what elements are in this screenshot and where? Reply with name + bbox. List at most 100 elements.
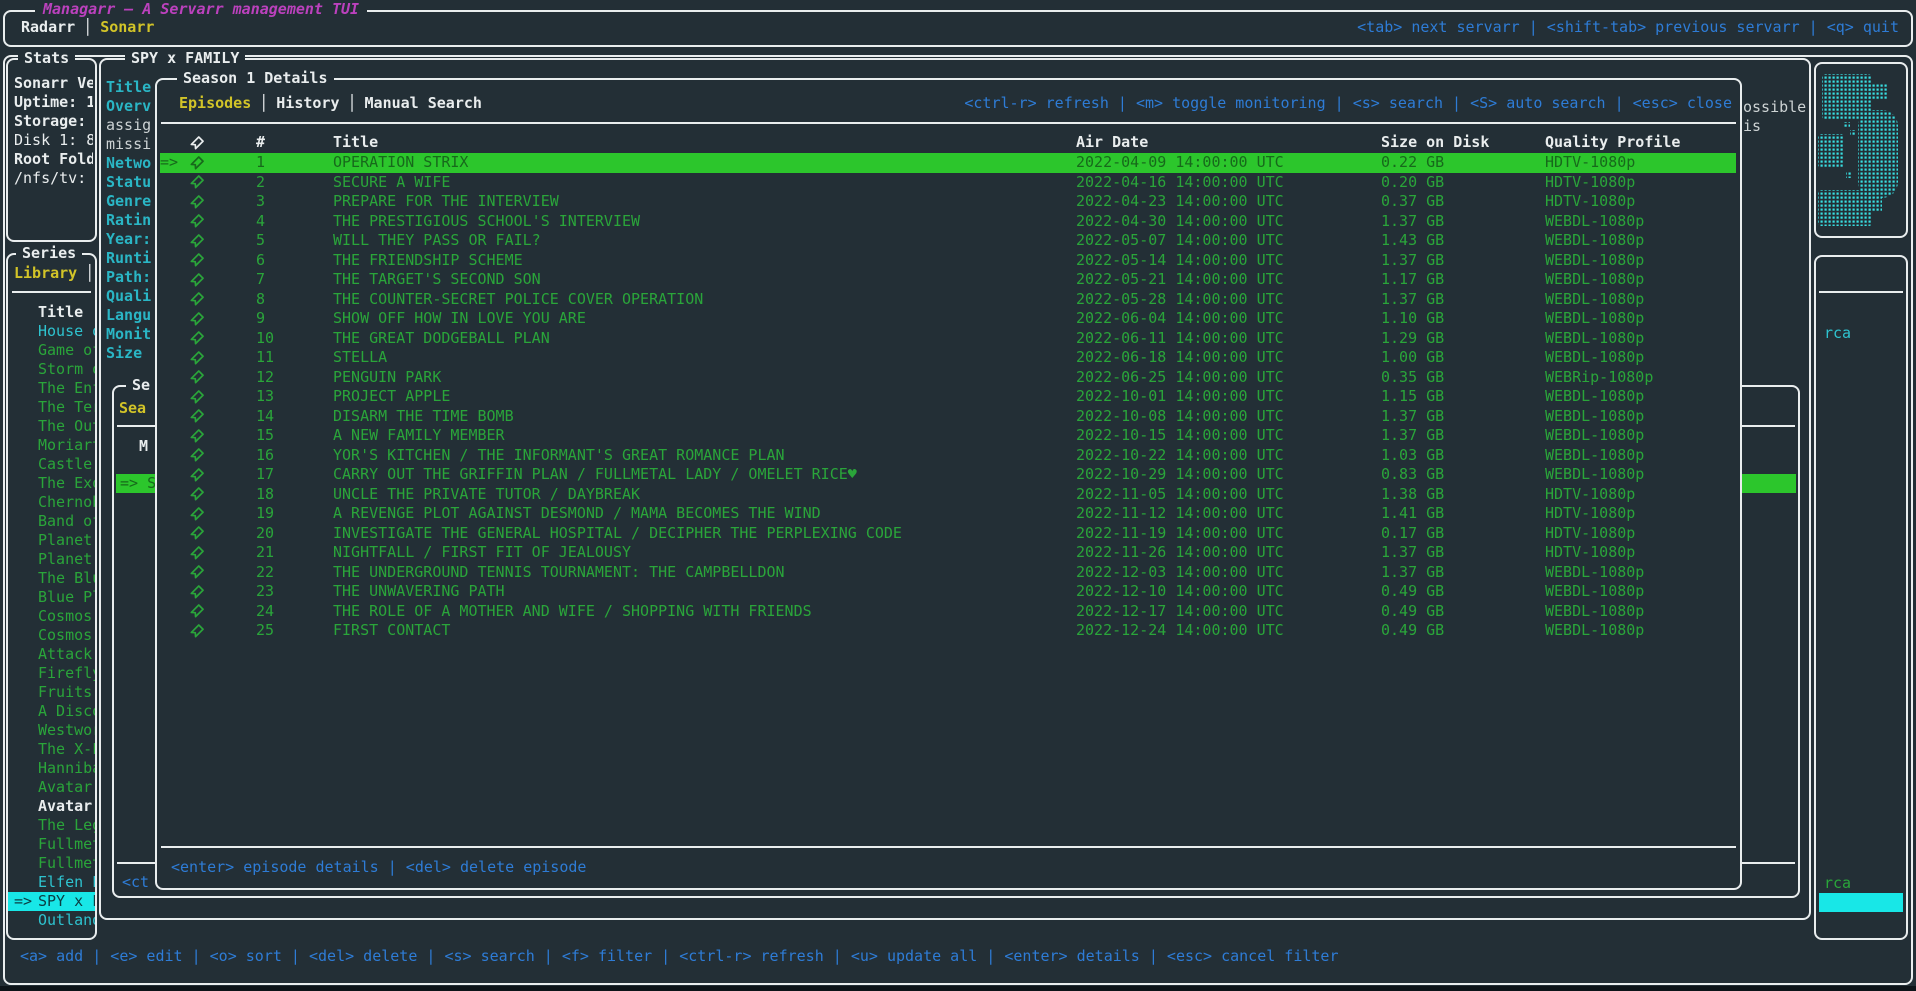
monitored-cell	[190, 251, 256, 271]
episode-row[interactable]: 25 FIRST CONTACT 2022-12-24 14:00:00 UTC…	[160, 621, 1736, 641]
tab-history[interactable]: History	[276, 94, 339, 112]
episode-row[interactable]: 23 THE UNWAVERING PATH 2022-12-10 14:00:…	[160, 582, 1736, 602]
episode-title: CARRY OUT THE GRIFFIN PLAN / FULLMETAL L…	[333, 465, 1076, 485]
series-list-item[interactable]: Fullmet	[8, 854, 95, 873]
stat-line: Sonarr Ver	[14, 74, 93, 93]
series-list-item[interactable]: Cosmos	[8, 626, 95, 645]
series-list-item[interactable]: Westwor	[8, 721, 95, 740]
episode-number: 22	[256, 563, 333, 583]
tab-radarr[interactable]: Radarr	[21, 18, 75, 36]
episode-title: THE GREAT DODGEBALL PLAN	[333, 329, 1076, 349]
series-title-fragment: A Disco	[38, 702, 95, 720]
episode-quality: WEBDL-1080p	[1545, 309, 1736, 329]
series-list-item[interactable]: Blue Pl	[8, 588, 95, 607]
episode-row[interactable]: 7 THE TARGET'S SECOND SON 2022-05-21 14:…	[160, 270, 1736, 290]
episode-row[interactable]: 13 PROJECT APPLE 2022-10-01 14:00:00 UTC…	[160, 387, 1736, 407]
episode-row[interactable]: 15 A NEW FAMILY MEMBER 2022-10-15 14:00:…	[160, 426, 1736, 446]
series-list-item[interactable]: Cosmos	[8, 607, 95, 626]
episode-row[interactable]: 12 PENGUIN PARK 2022-06-25 14:00:00 UTC …	[160, 368, 1736, 388]
series-list-item[interactable]: Planet	[8, 531, 95, 550]
series-list-item[interactable]: The Blu	[8, 569, 95, 588]
series-panel-title: Series	[16, 244, 82, 262]
series-list-item[interactable]: Moriart	[8, 436, 95, 455]
episode-number: 11	[256, 348, 333, 368]
series-list-item[interactable]: Elfen L	[8, 873, 95, 892]
tab-sonarr[interactable]: Sonarr	[100, 18, 154, 36]
episode-number: 1	[256, 153, 333, 173]
series-title-fragment: Game of	[38, 341, 95, 359]
series-list-item[interactable]: Fruits	[8, 683, 95, 702]
episode-row[interactable]: 8 THE COUNTER-SECRET POLICE COVER OPERAT…	[160, 290, 1736, 310]
series-list-item[interactable]: Game of	[8, 341, 95, 360]
series-title-fragment: The Exo	[38, 474, 95, 492]
episode-row[interactable]: => 1 OPERATION STRIX 2022-04-09 14:00:00…	[160, 153, 1736, 173]
episode-row[interactable]: 18 UNCLE THE PRIVATE TUTOR / DAYBREAK 20…	[160, 485, 1736, 505]
episode-number: 25	[256, 621, 333, 641]
episode-row[interactable]: 4 THE PRESTIGIOUS SCHOOL'S INTERVIEW 202…	[160, 212, 1736, 232]
series-list-item[interactable]: Attack	[8, 645, 95, 664]
series-list-item[interactable]: The X-F	[8, 740, 95, 759]
episode-row[interactable]: 19 A REVENGE PLOT AGAINST DESMOND / MAMA…	[160, 504, 1736, 524]
tab-episodes[interactable]: Episodes	[179, 94, 251, 112]
series-title-fragment: Planet	[38, 550, 92, 568]
episode-row[interactable]: 3 PREPARE FOR THE INTERVIEW 2022-04-23 1…	[160, 192, 1736, 212]
tab-separator: │	[75, 18, 100, 36]
episode-row[interactable]: 2 SECURE A WIFE 2022-04-16 14:00:00 UTC …	[160, 173, 1736, 193]
episode-size: 1.37 GB	[1381, 290, 1545, 310]
series-list-item[interactable]: Hanniba	[8, 759, 95, 778]
series-list-item[interactable]: A Disco	[8, 702, 95, 721]
episode-title: INVESTIGATE THE GENERAL HOSPITAL / DECIP…	[333, 524, 1076, 544]
episode-row[interactable]: 21 NIGHTFALL / FIRST FIT OF JEALOUSY 202…	[160, 543, 1736, 563]
series-list-item[interactable]: Firefly	[8, 664, 95, 683]
episode-row[interactable]: 11 STELLA 2022-06-18 14:00:00 UTC 1.00 G…	[160, 348, 1736, 368]
episode-air-date: 2022-06-11 14:00:00 UTC	[1076, 329, 1381, 349]
episode-quality: WEBDL-1080p	[1545, 465, 1736, 485]
episode-quality: HDTV-1080p	[1545, 173, 1736, 193]
series-title-fragment: Attack	[38, 645, 92, 663]
episode-row[interactable]: 5 WILL THEY PASS OR FAIL? 2022-05-07 14:…	[160, 231, 1736, 251]
series-title-fragment: Planet	[38, 531, 92, 549]
tab-library[interactable]: Library	[14, 264, 77, 282]
series-list-item[interactable]: The Exo	[8, 474, 95, 493]
series-list-item[interactable]: House o	[8, 322, 95, 341]
episode-quality: HDTV-1080p	[1545, 524, 1736, 544]
episode-row[interactable]: 22 THE UNDERGROUND TENNIS TOURNAMENT: TH…	[160, 563, 1736, 583]
episode-row[interactable]: 6 THE FRIENDSHIP SCHEME 2022-05-14 14:00…	[160, 251, 1736, 271]
episode-row[interactable]: 10 THE GREAT DODGEBALL PLAN 2022-06-11 1…	[160, 329, 1736, 349]
episode-row[interactable]: 14 DISARM THE TIME BOMB 2022-10-08 14:00…	[160, 407, 1736, 427]
series-list-item[interactable]: The Leg	[8, 816, 95, 835]
series-list-item[interactable]: Band of	[8, 512, 95, 531]
episode-size: 0.37 GB	[1381, 192, 1545, 212]
tab-seasons-fragment[interactable]: Sea	[119, 399, 146, 417]
episode-air-date: 2022-12-03 14:00:00 UTC	[1076, 563, 1381, 583]
series-list-item[interactable]: Planet	[8, 550, 95, 569]
series-list-item[interactable]: Outland	[8, 911, 95, 930]
episode-row[interactable]: 20 INVESTIGATE THE GENERAL HOSPITAL / DE…	[160, 524, 1736, 544]
episode-title: WILL THEY PASS OR FAIL?	[333, 231, 1076, 251]
series-list-item[interactable]: Chernob	[8, 493, 95, 512]
series-list-item[interactable]: The Out	[8, 417, 95, 436]
series-list-item[interactable]: Avatar:	[8, 778, 95, 797]
series-list-item[interactable]: Fullmet	[8, 835, 95, 854]
episode-air-date: 2022-05-28 14:00:00 UTC	[1076, 290, 1381, 310]
episode-air-date: 2022-06-04 14:00:00 UTC	[1076, 309, 1381, 329]
series-list-item[interactable]: Storm o	[8, 360, 95, 379]
episode-row[interactable]: 17 CARRY OUT THE GRIFFIN PLAN / FULLMETA…	[160, 465, 1736, 485]
series-list-item[interactable]: Avatar:	[8, 797, 95, 816]
series-list-item[interactable]: =>SPY x F	[8, 892, 95, 911]
episode-quality: HDTV-1080p	[1545, 153, 1736, 173]
episode-row[interactable]: 9 SHOW OFF HOW IN LOVE YOU ARE 2022-06-0…	[160, 309, 1736, 329]
detail-label-fragment: Langu	[106, 306, 161, 325]
series-list-item[interactable]: The Enf	[8, 379, 95, 398]
bookmark-tag-icon	[190, 448, 204, 462]
episode-row[interactable]: 24 THE ROLE OF A MOTHER AND WIFE / SHOPP…	[160, 602, 1736, 622]
monitored-cell	[190, 231, 256, 251]
series-list-item[interactable]: The Ter	[8, 398, 95, 417]
series-title-fragment: Elfen L	[38, 873, 95, 891]
series-list-item[interactable]: Castle	[8, 455, 95, 474]
episode-quality: WEBDL-1080p	[1545, 329, 1736, 349]
episode-row[interactable]: 16 YOR'S KITCHEN / THE INFORMANT'S GREAT…	[160, 446, 1736, 466]
tab-manual-search[interactable]: Manual Search	[365, 94, 482, 112]
episode-number: 5	[256, 231, 333, 251]
detail-label-fragment: Path:	[106, 268, 161, 287]
